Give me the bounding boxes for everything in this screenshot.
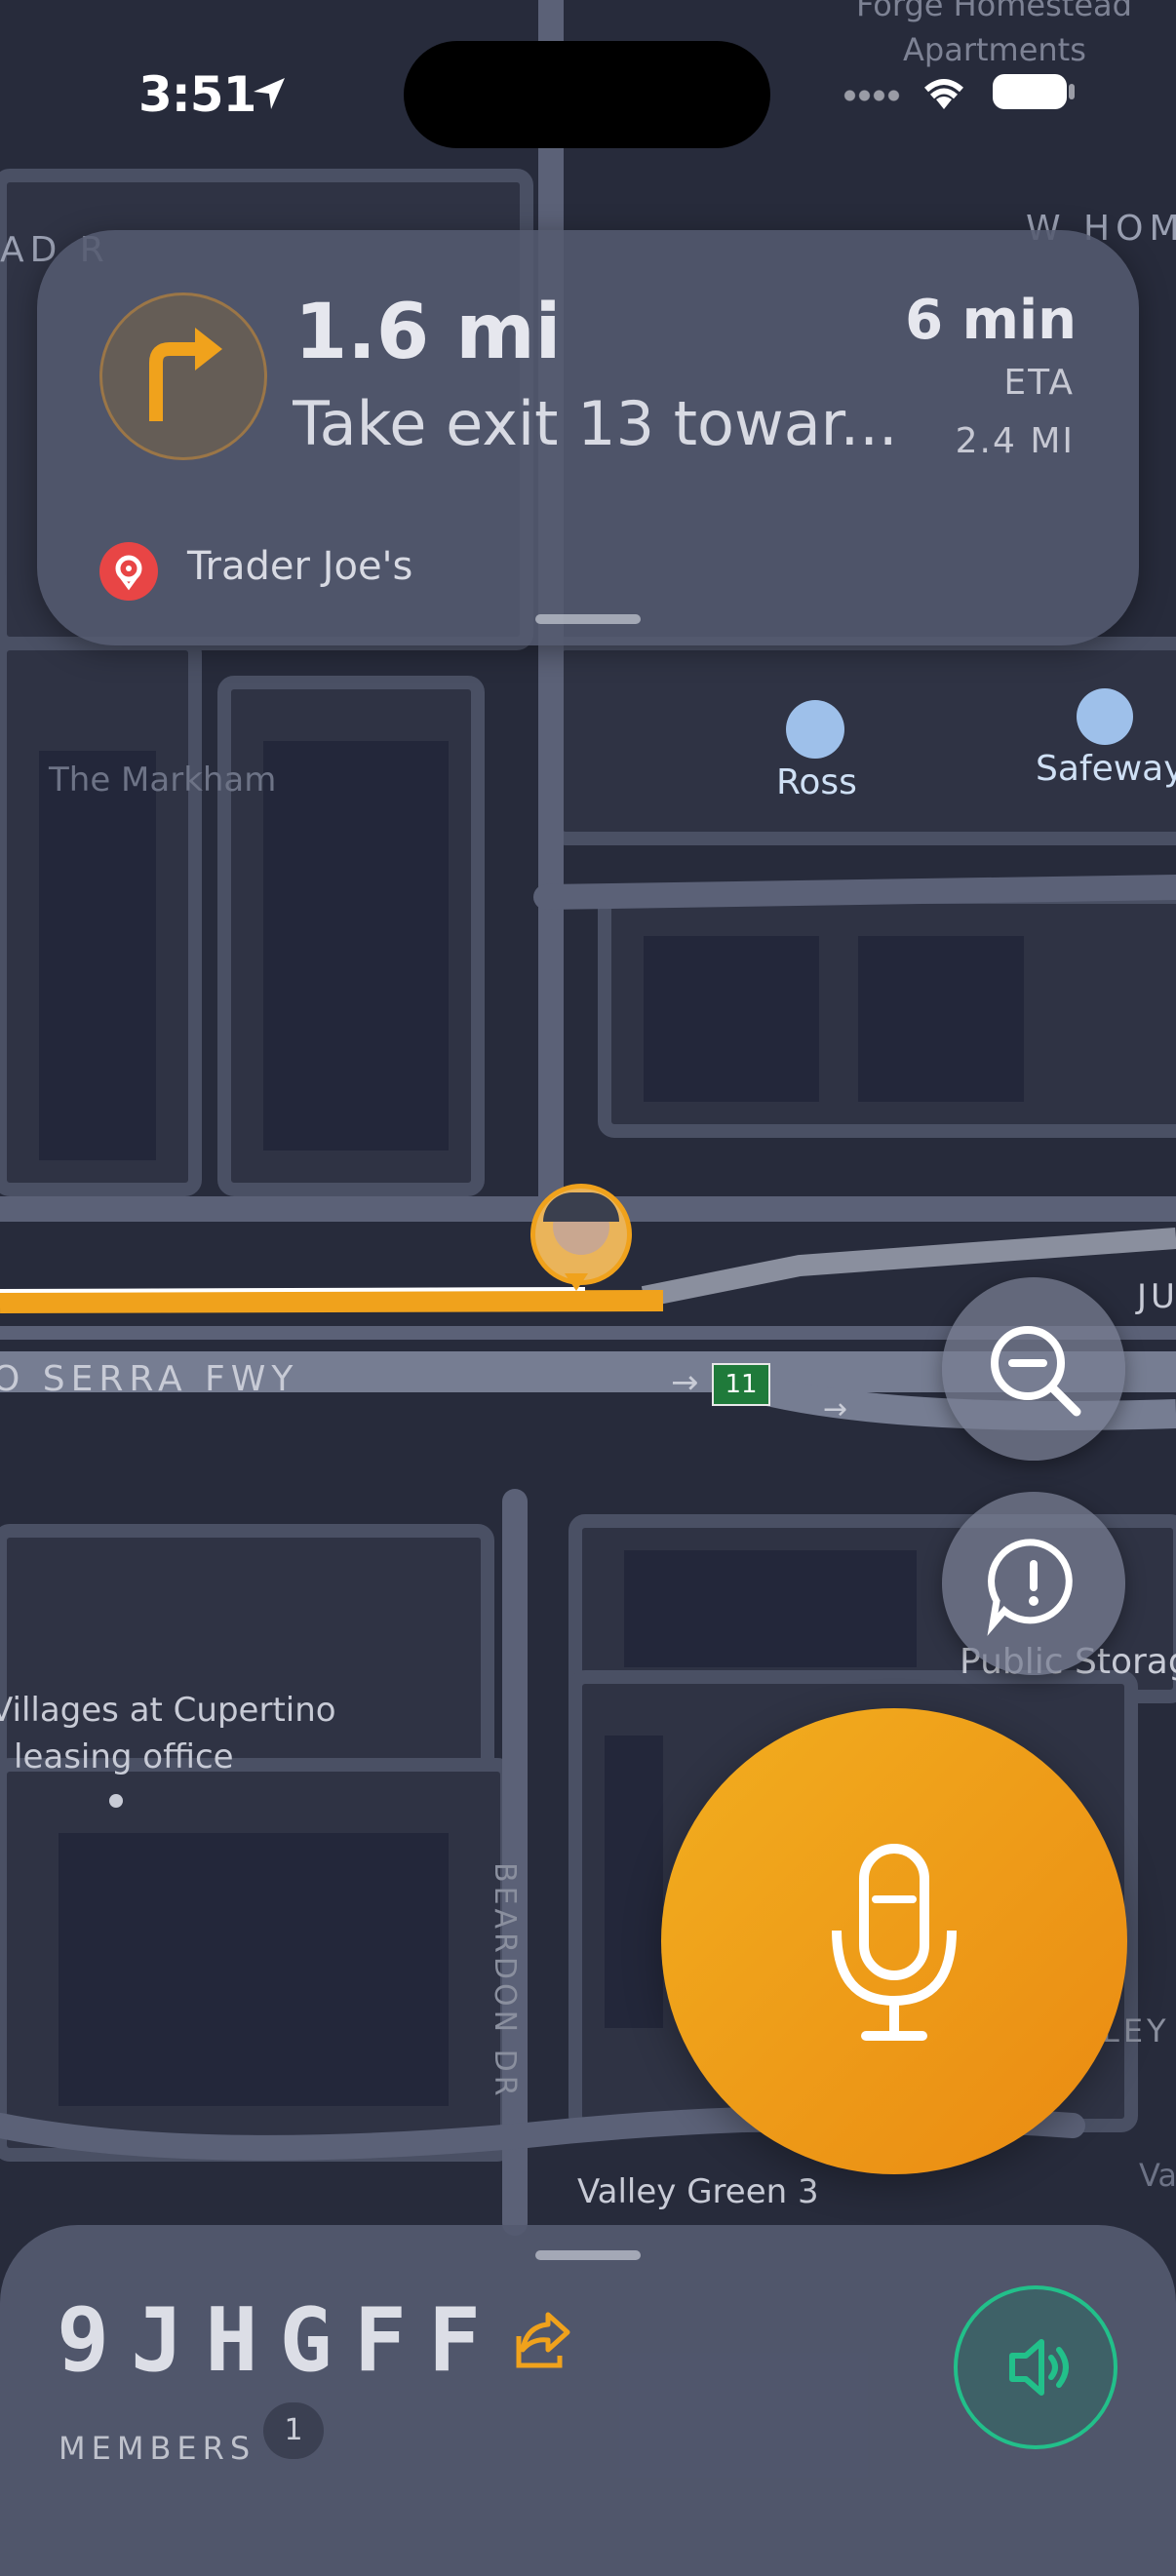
eta-minutes: 6 min: [905, 289, 1077, 352]
location-arrow-icon: [254, 78, 285, 109]
alert-bubble-icon: [987, 1539, 1073, 1636]
location-pointer-icon: [565, 1273, 588, 1291]
destination-name: Trader Joe's: [187, 544, 413, 589]
shopping-cart-icon[interactable]: [1077, 688, 1133, 745]
session-sheet-handle[interactable]: [535, 2250, 641, 2260]
push-to-talk-button[interactable]: [661, 1708, 1127, 2174]
poi-leasing-label[interactable]: leasing office: [14, 1737, 234, 1776]
destination-pin-icon: [99, 542, 158, 601]
speaker-toggle-button[interactable]: [954, 2285, 1117, 2449]
poi-dot: [109, 1794, 123, 1808]
share-icon: [516, 2312, 570, 2368]
freeway-label: O SERRA FWY: [0, 1359, 299, 1399]
remaining-distance: 2.4 MI: [955, 421, 1075, 461]
poi-safeway-label[interactable]: Safeway: [1036, 749, 1176, 789]
members-label: MEMBERS: [59, 2430, 256, 2467]
speaker-icon: [1009, 2339, 1069, 2396]
status-time: 3:51: [138, 66, 256, 123]
report-button[interactable]: [942, 1492, 1125, 1675]
eta-label: ETA: [1003, 363, 1075, 403]
navigation-card[interactable]: 1.6 mi Take exit 13 towar... 6 min ETA 2…: [37, 230, 1139, 645]
signal-dots-icon: [843, 90, 901, 101]
ramp-arrow-icon: →: [823, 1392, 848, 1426]
map-label-markham[interactable]: The Markham: [49, 761, 276, 800]
road-beardon-label: BEARDON DR: [488, 1862, 522, 2100]
poi-ross-label[interactable]: Ross: [776, 762, 857, 802]
map-label-vall: Vall: [1139, 2157, 1176, 2194]
share-code-button[interactable]: [511, 2309, 573, 2371]
zoom-out-button[interactable]: [942, 1277, 1125, 1461]
maneuver-instruction: Take exit 13 towar...: [293, 388, 898, 459]
exit-arrow-icon: →: [671, 1363, 699, 1402]
battery-icon: [993, 74, 1067, 109]
nav-card-handle[interactable]: [535, 614, 641, 624]
poi-villages-label[interactable]: Villages at Cupertino: [0, 1691, 336, 1730]
dynamic-island: [404, 41, 770, 148]
microphone-icon: [832, 1844, 957, 2041]
maneuver-distance: 1.6 mi: [294, 289, 562, 376]
session-sheet[interactable]: 9JHGFF MEMBERS 1: [0, 2225, 1176, 2576]
session-code: 9JHGFF: [57, 2289, 503, 2392]
exit-badge: 11: [712, 1363, 770, 1406]
status-bar: 3:51: [0, 0, 1176, 148]
poi-valley-green-label[interactable]: Valley Green 3: [577, 2172, 819, 2211]
user-location-marker[interactable]: [530, 1184, 632, 1285]
wifi-icon: [924, 79, 963, 109]
members-count-badge[interactable]: 1: [263, 2402, 324, 2459]
map-label-road-ju: JU: [1137, 1277, 1176, 1316]
shopping-bag-icon[interactable]: [786, 700, 844, 759]
turn-right-icon: [99, 293, 267, 460]
zoom-out-icon: [991, 1326, 1081, 1417]
